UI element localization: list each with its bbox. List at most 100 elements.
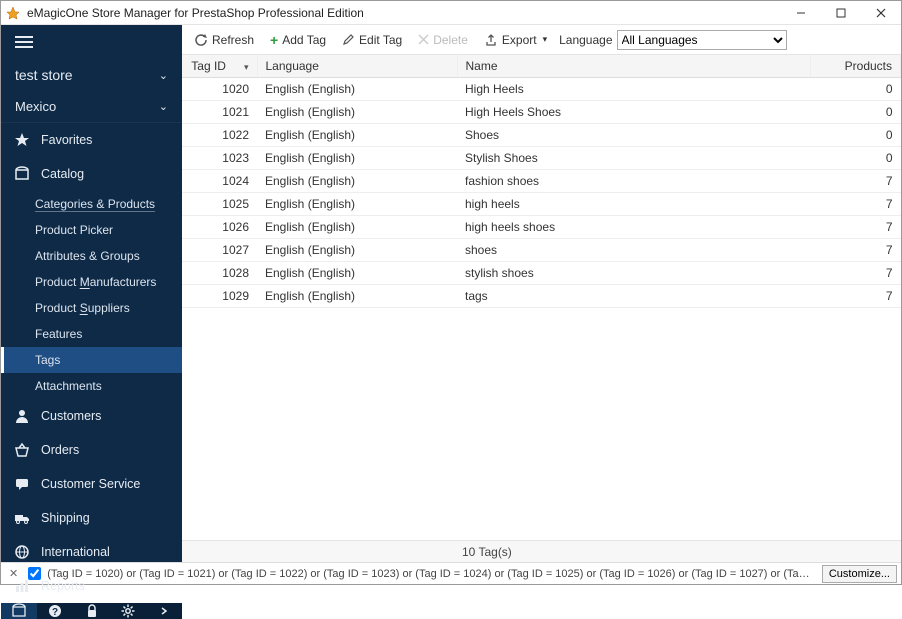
refresh-icon [194,33,208,47]
col-tag-id[interactable]: Tag ID [182,55,257,78]
country-selector[interactable]: Mexico ⌄ [1,91,182,123]
cell-tag-id: 1021 [182,101,257,124]
sub-tags[interactable]: Tags [1,347,182,373]
add-tag-button[interactable]: + Add Tag [264,29,332,51]
cell-language: English (English) [257,147,457,170]
cell-tag-id: 1024 [182,170,257,193]
cell-language: English (English) [257,285,457,308]
cell-language: English (English) [257,239,457,262]
cell-name: fashion shoes [457,170,811,193]
sub-product-suppliers[interactable]: Product Suppliers [1,295,182,321]
cell-tag-id: 1027 [182,239,257,262]
cell-language: English (English) [257,124,457,147]
close-button[interactable] [861,1,901,25]
col-language[interactable]: Language [257,55,457,78]
delete-label: Delete [433,33,468,47]
table-row[interactable]: 1026English (English)high heels shoes7 [182,216,901,239]
cell-products: 0 [811,101,901,124]
store-selector[interactable]: test store ⌄ [1,59,182,91]
nav-customers[interactable]: Customers [1,399,182,433]
cell-tag-id: 1022 [182,124,257,147]
language-select[interactable]: All Languages [617,30,787,50]
cell-name: high heels [457,193,811,216]
table-row[interactable]: 1027English (English)shoes7 [182,239,901,262]
customize-button[interactable]: Customize... [822,565,897,583]
cell-name: tags [457,285,811,308]
delete-button: Delete [412,30,474,50]
filter-close[interactable]: ✕ [5,567,22,580]
sub-product-picker[interactable]: Product Picker [1,217,182,243]
cell-products: 0 [811,124,901,147]
table-wrap[interactable]: Tag ID Language Name Products 1020Englis… [182,55,901,540]
nav-orders[interactable]: Orders [1,433,182,467]
sub-categories-products[interactable]: Categories & Products [1,191,182,217]
sidebar: test store ⌄ Mexico ⌄ Favorites Catalog … [1,25,182,562]
cell-products: 7 [811,239,901,262]
menu-toggle[interactable] [1,25,182,59]
person-icon [13,408,31,424]
table-row[interactable]: 1020English (English)High Heels0 [182,78,901,101]
chevron-down-icon: ⌄ [159,100,168,113]
add-tag-label: Add Tag [282,33,326,47]
table-row[interactable]: 1024English (English)fashion shoes7 [182,170,901,193]
sub-product-manufacturers[interactable]: Product Manufacturers [1,269,182,295]
sub-attributes-groups[interactable]: Attributes & Groups [1,243,182,269]
window-title: eMagicOne Store Manager for PrestaShop P… [27,6,364,20]
caret-down-icon: ▾ [543,34,548,45]
cell-tag-id: 1029 [182,285,257,308]
table-row[interactable]: 1022English (English)Shoes0 [182,124,901,147]
cell-products: 7 [811,285,901,308]
table-row[interactable]: 1028English (English)stylish shoes7 [182,262,901,285]
table-row[interactable]: 1021English (English)High Heels Shoes0 [182,101,901,124]
refresh-label: Refresh [212,33,254,47]
basket-icon [13,442,31,458]
catalog-icon [13,166,31,182]
globe-icon [13,544,31,560]
nav-label: Orders [41,443,79,457]
col-name[interactable]: Name [457,55,811,78]
table-row[interactable]: 1023English (English)Stylish Shoes0 [182,147,901,170]
sub-attachments[interactable]: Attachments [1,373,182,399]
nav-label: International [41,545,110,559]
export-icon [484,33,498,47]
truck-icon [13,510,31,526]
export-button[interactable]: Export ▾ [478,30,553,50]
nav-shipping[interactable]: Shipping [1,501,182,535]
cell-tag-id: 1023 [182,147,257,170]
sb-store-button[interactable] [1,603,37,619]
edit-tag-button[interactable]: Edit Tag [336,30,408,50]
table-row[interactable]: 1025English (English)high heels7 [182,193,901,216]
chart-icon [13,578,31,594]
cell-name: Stylish Shoes [457,147,811,170]
cell-name: High Heels Shoes [457,101,811,124]
sidebar-bottom: ? [1,603,182,619]
toolbar: Refresh + Add Tag Edit Tag Delete Export… [182,25,901,55]
sub-features[interactable]: Features [1,321,182,347]
cell-language: English (English) [257,170,457,193]
export-label: Export [502,33,537,47]
minimize-button[interactable] [781,1,821,25]
sb-help-button[interactable]: ? [37,603,73,619]
nav-label: Shipping [41,511,90,525]
filter-enabled-checkbox[interactable] [28,567,41,580]
nav-international[interactable]: International [1,535,182,569]
nav-favorites[interactable]: Favorites [1,123,182,157]
store-name: test store [15,67,73,83]
nav-customer-service[interactable]: Customer Service [1,467,182,501]
content: Refresh + Add Tag Edit Tag Delete Export… [182,25,901,562]
refresh-button[interactable]: Refresh [188,30,260,50]
table-row[interactable]: 1029English (English)tags7 [182,285,901,308]
sb-expand-button[interactable] [146,603,182,619]
maximize-button[interactable] [821,1,861,25]
nav-catalog[interactable]: Catalog [1,157,182,191]
cell-products: 7 [811,216,901,239]
star-icon [13,132,31,148]
sb-lock-button[interactable] [73,603,109,619]
cell-tag-id: 1026 [182,216,257,239]
sb-settings-button[interactable] [110,603,146,619]
col-products[interactable]: Products [811,55,901,78]
plus-icon: + [270,32,278,48]
cell-tag-id: 1028 [182,262,257,285]
svg-text:?: ? [52,607,58,618]
cell-name: High Heels [457,78,811,101]
